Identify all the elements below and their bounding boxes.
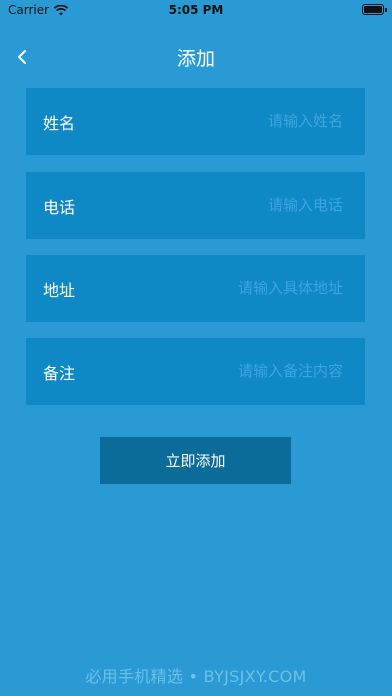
status-time: 5:05 PM [168,3,224,17]
page-title: 添加 [176,48,215,70]
phone-field-row[interactable]: 电话 [26,172,365,239]
add-now-button[interactable]: 立即添加 [100,437,291,484]
name-field-row[interactable]: 姓名 [26,88,365,155]
nav-bar: 添加 [0,40,392,74]
watermark-text: 必用手机精选 • BYJSJXY.COM [85,667,307,686]
phone-label: 电话 [43,198,76,217]
address-field-row[interactable]: 地址 [26,255,365,322]
name-input[interactable] [143,108,343,134]
note-field-row[interactable]: 备注 [26,338,365,405]
address-label: 地址 [43,281,76,300]
note-input[interactable] [143,358,343,384]
note-label: 备注 [43,364,76,383]
address-input[interactable] [143,275,343,301]
status-bar: Carrier 5:05 PM [0,0,392,22]
name-label: 姓名 [43,114,76,133]
battery-icon [362,4,387,15]
phone-input[interactable] [143,192,343,218]
